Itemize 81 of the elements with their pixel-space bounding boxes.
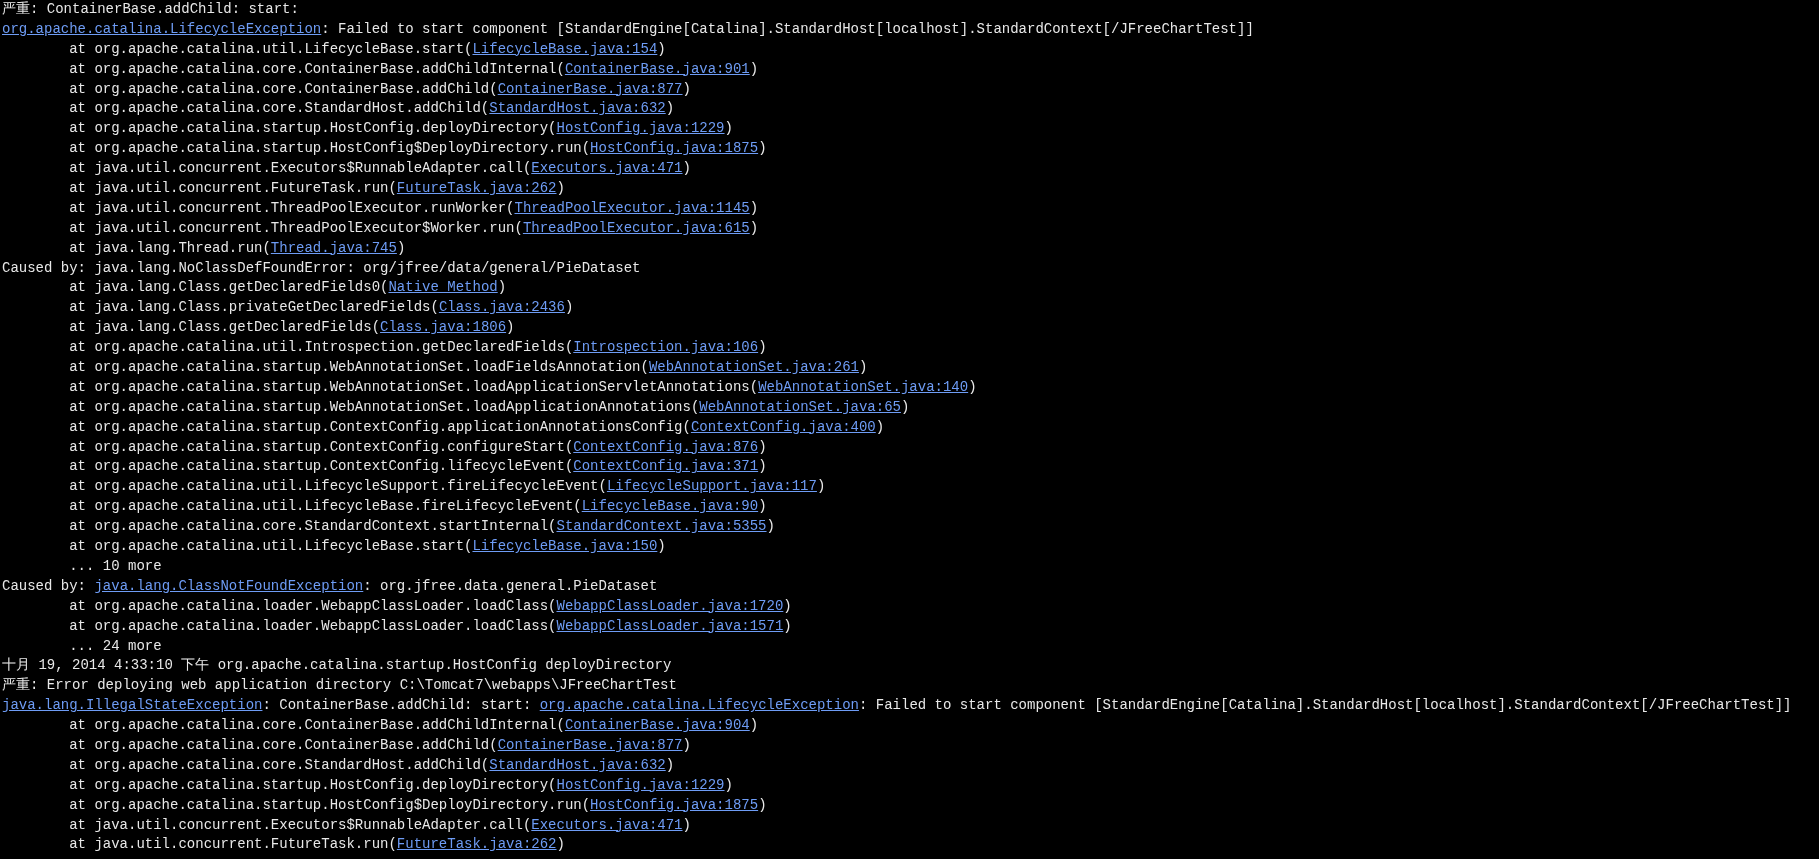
source-link[interactable]: WebappClassLoader.java:1571 <box>556 617 784 634</box>
source-link[interactable]: Introspection.java:106 <box>573 339 759 356</box>
source-link[interactable]: ContextConfig.java:876 <box>573 438 759 455</box>
source-link[interactable]: StandardHost.java:632 <box>489 100 666 117</box>
console-line: at java.lang.Class.privateGetDeclaredFields(Class.java:2436) <box>68 298 575 318</box>
console-line: at org.apache.catalina.startup.ContextConfig.configureStart(ContextConfig.java:876) <box>68 437 768 457</box>
console-line: at org.apache.catalina.core.ContainerBase.addChildInternal(ContainerBase.java:904) <box>68 716 760 736</box>
console-line: at org.apache.catalina.core.StandardHost.addChild(StandardHost.java:632) <box>68 99 676 119</box>
console-line: at java.util.concurrent.ThreadPoolExecutor.runWorker(ThreadPoolExecutor.java:1145) <box>68 198 760 218</box>
console-line: 严重: Error deploying web application directory C:\Tomcat7\webapps\JFreeChartTest <box>2 676 678 696</box>
console-line: at org.apache.catalina.startup.HostConfig.deployDirectory(HostConfig.java:1229) <box>68 119 734 139</box>
console-line: at org.apache.catalina.core.StandardHost.addChild(StandardHost.java:632) <box>68 755 676 775</box>
source-link[interactable]: StandardHost.java:632 <box>489 756 666 773</box>
source-link[interactable]: HostConfig.java:1229 <box>556 120 725 137</box>
source-link[interactable]: LifecycleSupport.java:117 <box>606 478 817 495</box>
console-line: at org.apache.catalina.core.ContainerBase.addChildInternal(ContainerBase.java:901) <box>68 59 760 79</box>
console-line: org.apache.catalina.LifecycleException: Failed to start component [StandardEngine[Catalina].StandardHost[localhost].StandardContext[/JFreeChartTest]] <box>2 19 1255 39</box>
console-line: at org.apache.catalina.loader.WebappClassLoader.loadClass(WebappClassLoader.java:1720) <box>68 596 793 616</box>
source-link[interactable]: Class.java:1806 <box>380 319 507 336</box>
console-line: Caused by: java.lang.NoClassDefFoundError: org/jfree/data/general/PieDataset <box>2 258 642 278</box>
console-line: at org.apache.catalina.util.LifecycleBase.start(LifecycleBase.java:150) <box>68 537 667 557</box>
source-link[interactable]: HostConfig.java:1229 <box>556 776 725 793</box>
console-line: at org.apache.catalina.util.LifecycleBase.start(LifecycleBase.java:154) <box>68 39 667 59</box>
source-link[interactable]: WebAnnotationSet.java:140 <box>758 378 969 395</box>
console-line: at java.lang.Class.getDeclaredFields0(Native Method) <box>68 278 508 298</box>
console-line: at org.apache.catalina.core.ContainerBase.addChild(ContainerBase.java:877) <box>68 79 692 99</box>
console-line: at org.apache.catalina.startup.HostConfig$DeployDirectory.run(HostConfig.java:1875) <box>68 139 768 159</box>
console-line: ... 10 more <box>68 556 163 576</box>
source-link[interactable]: java.lang.ClassNotFoundException <box>94 577 364 594</box>
source-link[interactable]: ContainerBase.java:877 <box>497 736 683 753</box>
console-line: at java.lang.Class.getDeclaredFields(Class.java:1806) <box>68 318 516 338</box>
console-line: 十月 19, 2014 4:33:10 下午 org.apache.catalina.startup.HostConfig deployDirectory <box>2 656 673 676</box>
console-line: ... 24 more <box>68 636 163 656</box>
source-link[interactable]: HostConfig.java:1875 <box>590 796 759 813</box>
console-line: Caused by: java.lang.ClassNotFoundException: org.jfree.data.general.PieDataset <box>2 576 659 596</box>
source-link[interactable]: Class.java:2436 <box>438 299 565 316</box>
source-link[interactable]: Executors.java:471 <box>531 816 683 833</box>
source-link[interactable]: LifecycleBase.java:154 <box>472 40 658 57</box>
source-link[interactable]: ContainerBase.java:904 <box>564 717 750 734</box>
source-link[interactable]: Thread.java:745 <box>270 239 397 256</box>
console-line: 严重: ContainerBase.addChild: start: <box>2 0 300 19</box>
source-link[interactable]: FutureTask.java:262 <box>396 836 557 853</box>
console-line: at org.apache.catalina.core.StandardContext.startInternal(StandardContext.java:5355) <box>68 517 776 537</box>
source-link[interactable]: Executors.java:471 <box>531 160 683 177</box>
console-line: at org.apache.catalina.util.Introspection.getDeclaredFields(Introspection.java:106) <box>68 338 768 358</box>
source-link[interactable]: WebAnnotationSet.java:261 <box>648 359 859 376</box>
source-link[interactable]: ThreadPoolExecutor.java:1145 <box>514 199 750 216</box>
console-line: at org.apache.catalina.util.LifecycleSupport.fireLifecycleEvent(LifecycleSupport.java:117) <box>68 477 827 497</box>
console-line: at java.util.concurrent.FutureTask.run(FutureTask.java:262) <box>68 179 566 198</box>
source-link[interactable]: FutureTask.java:262 <box>396 180 557 196</box>
source-link[interactable]: ContainerBase.java:901 <box>564 60 750 77</box>
source-link[interactable]: WebAnnotationSet.java:65 <box>699 398 901 415</box>
console-line: at org.apache.catalina.startup.ContextConfig.applicationAnnotationsConfig(ContextConfig.java:400) <box>68 417 886 437</box>
source-link[interactable]: java.lang.IllegalStateException <box>2 697 263 714</box>
source-link[interactable]: HostConfig.java:1875 <box>590 140 759 157</box>
source-link[interactable]: StandardContext.java:5355 <box>556 518 767 535</box>
console-line: at org.apache.catalina.startup.HostConfig$DeployDirectory.run(HostConfig.java:1875) <box>68 795 768 815</box>
console-line: java.lang.IllegalStateException: ContainerBase.addChild: start: org.apache.catalina.LifecycleException: Failed to start component [StandardEngine[Catalina].StandardHost[localhost].StandardContext[/JFreeChartTest]] <box>2 696 1793 716</box>
console-line: at java.util.concurrent.ThreadPoolExecutor$Worker.run(ThreadPoolExecutor.java:615) <box>68 218 760 238</box>
console-line: at org.apache.catalina.startup.WebAnnotationSet.loadApplicationAnnotations(WebAnnotationSet.java:65) <box>68 397 911 417</box>
console-line: at org.apache.catalina.startup.WebAnnotationSet.loadFieldsAnnotation(WebAnnotationSet.java:261) <box>68 358 869 378</box>
source-link[interactable]: LifecycleBase.java:90 <box>581 498 759 515</box>
source-link[interactable]: ContextConfig.java:371 <box>573 458 759 475</box>
console-line: at org.apache.catalina.startup.WebAnnotationSet.loadApplicationServletAnnotations(WebAnnotationSet.java:140) <box>68 377 978 397</box>
source-link[interactable]: org.apache.catalina.LifecycleException <box>2 20 322 37</box>
console-line: at java.lang.Thread.run(Thread.java:745) <box>68 238 407 258</box>
source-link[interactable]: WebappClassLoader.java:1720 <box>556 597 784 614</box>
source-link[interactable]: org.apache.catalina.LifecycleException <box>539 697 859 714</box>
console-line: at org.apache.catalina.startup.ContextConfig.lifecycleEvent(ContextConfig.java:371) <box>68 457 768 477</box>
console-line: at java.util.concurrent.Executors$RunnableAdapter.call(Executors.java:471) <box>68 815 692 835</box>
console-line: at org.apache.catalina.startup.HostConfig.deployDirectory(HostConfig.java:1229) <box>68 775 734 795</box>
console-line: at java.util.concurrent.Executors$RunnableAdapter.call(Executors.java:471) <box>68 159 692 179</box>
console-line: at org.apache.catalina.loader.WebappClassLoader.loadClass(WebappClassLoader.java:1571) <box>68 616 793 636</box>
source-link[interactable]: ContainerBase.java:877 <box>497 80 683 97</box>
source-link[interactable]: Native Method <box>388 279 498 296</box>
console-line: at org.apache.catalina.util.LifecycleBase.fireLifecycleEvent(LifecycleBase.java:90) <box>68 497 768 517</box>
source-link[interactable]: LifecycleBase.java:150 <box>472 538 658 555</box>
console-line: at org.apache.catalina.core.ContainerBase.addChild(ContainerBase.java:877) <box>68 735 692 755</box>
console-line: at java.util.concurrent.FutureTask.run(FutureTask.java:262) <box>68 835 566 855</box>
source-link[interactable]: ContextConfig.java:400 <box>690 418 876 435</box>
source-link[interactable]: ThreadPoolExecutor.java:615 <box>522 219 750 236</box>
